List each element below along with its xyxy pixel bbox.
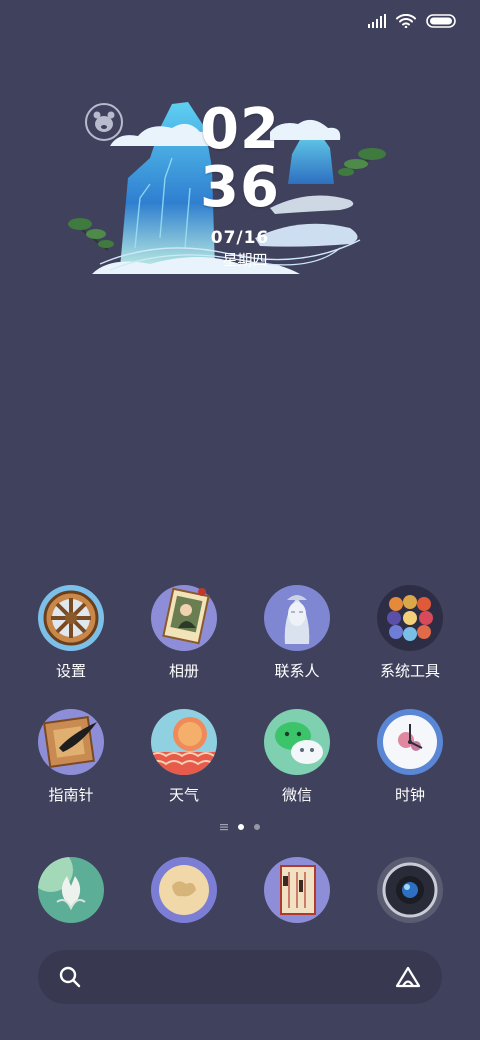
page-indicator	[0, 823, 480, 831]
wifi-icon	[396, 14, 416, 28]
home-screen: 02 36 07/16 星期四 设置 相册 联系人 系统工具 指南针 天气 微信…	[0, 0, 480, 1040]
clock-icon	[377, 709, 443, 775]
app-gallery[interactable]: 相册	[129, 584, 239, 681]
folder-grid-icon	[377, 585, 443, 651]
minus-one-page-icon[interactable]	[220, 823, 228, 831]
lotus-icon[interactable]	[37, 856, 105, 924]
app-contacts[interactable]: 联系人	[242, 584, 352, 681]
app-label: 指南针	[48, 786, 94, 804]
chat-bubbles-icon	[264, 709, 330, 775]
ancient-book-icon[interactable]	[263, 856, 331, 924]
clock-hour: 02	[200, 97, 280, 162]
app-label: 联系人	[274, 662, 320, 680]
portrait-scroll-icon	[151, 585, 217, 651]
clock-minute: 36	[200, 155, 280, 220]
app-label: 设置	[55, 662, 86, 680]
app-label: 天气	[168, 786, 199, 804]
app-weather[interactable]: 天气	[129, 708, 239, 805]
clock-weekday: 星期四	[222, 251, 268, 269]
app-label: 相册	[168, 662, 199, 680]
app-label: 时钟	[394, 786, 425, 804]
app-system-tools[interactable]: 系统工具	[355, 584, 465, 681]
compass-spoon-icon	[38, 709, 104, 775]
assistant-icon[interactable]	[394, 965, 422, 989]
search-bar[interactable]	[38, 950, 442, 1004]
wheel-icon	[38, 585, 104, 651]
moon-globe-icon[interactable]	[150, 856, 218, 924]
bear-badge-icon	[84, 102, 124, 142]
page-dot-active[interactable]	[238, 824, 244, 830]
app-wechat[interactable]: 微信	[242, 708, 352, 805]
camera-lens-icon[interactable]	[376, 856, 444, 924]
statue-head-icon	[264, 585, 330, 651]
app-compass[interactable]: 指南针	[16, 708, 126, 805]
cellular-signal-icon	[368, 14, 386, 28]
search-icon[interactable]	[58, 965, 82, 989]
sunrise-waves-icon	[151, 709, 217, 775]
battery-icon	[426, 14, 456, 28]
status-bar	[368, 8, 456, 34]
clock-date: 07/16	[210, 228, 270, 248]
app-label: 微信	[281, 786, 312, 804]
app-settings[interactable]: 设置	[16, 584, 126, 681]
app-label: 系统工具	[379, 662, 440, 680]
app-clock[interactable]: 时钟	[355, 708, 465, 805]
search-input[interactable]	[92, 966, 384, 988]
clock-widget[interactable]: 02 36 07/16 星期四	[0, 88, 480, 298]
page-dot[interactable]	[254, 824, 260, 830]
